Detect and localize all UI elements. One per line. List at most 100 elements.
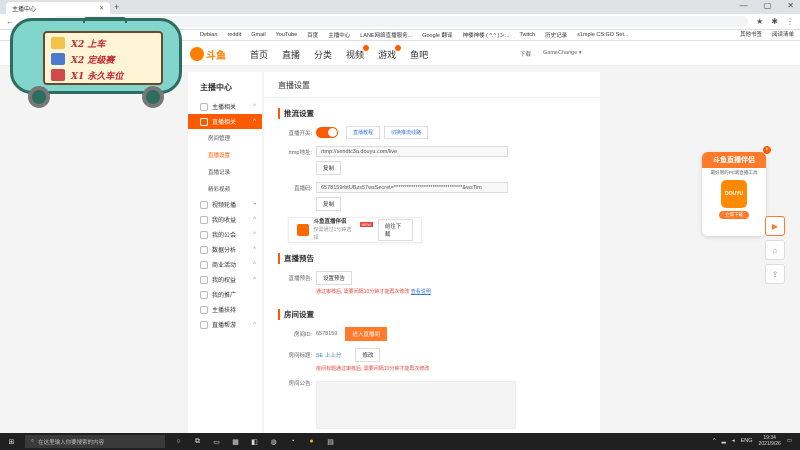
sidebar-item[interactable]: 数据分析 ^ [188,242,262,257]
sidebar-item[interactable]: 商业活动 ^ [188,257,262,272]
float-ad-title: 斗鱼直播伴侣 [702,152,766,168]
browser-tab[interactable]: 主播中心 ✕ [6,2,110,14]
notice-warning: 通过审核后, 需要间隔10分钟才能再次修改 查看说明 [316,289,431,295]
bookmark-item[interactable]: 历史记录 [545,31,567,39]
fish-logo-icon [190,47,204,61]
nav-category[interactable]: 分类 [314,48,332,61]
copy-rtmp-button[interactable]: 复制 [316,161,342,175]
close-window-icon[interactable]: ✕ [787,1,794,10]
steam-icon[interactable]: ◍ [268,436,279,447]
sidebar-sub-records[interactable]: 直播记录 [188,163,262,180]
taskbar-search[interactable]: ⌕ 在这里输入你要搜索的内容 [25,435,165,448]
room-title-label: 房间标题: [288,353,312,359]
bookmark-item[interactable]: LANE网络直播服务... [360,31,412,39]
bookmark-item[interactable]: Gmail [251,32,265,38]
tray-chevron-icon[interactable]: ^ [713,438,716,444]
nav-games[interactable]: 游戏 [378,45,402,61]
nav-yuba[interactable]: 鱼吧 [410,48,428,61]
clock[interactable]: 19:34 2021/9/26 [759,435,781,447]
companion-float-ad[interactable]: 斗鱼直播伴侣 最好用的PC端直播工具 DOUYU 立即下载 [702,152,766,236]
bookmark-item[interactable]: 主播中心 [328,31,350,39]
sidebar-item[interactable]: 我的收益 ^ [188,212,262,227]
sidebar-sub-videos[interactable]: 精彩视频 [188,180,262,197]
network-icon[interactable]: ▂ [722,438,726,444]
notice-label: 直播预告: [288,276,312,282]
new-badge: NEW [359,221,373,227]
bookmark-item[interactable]: Google 翻译 [422,31,452,39]
app-icon[interactable]: ◔ [287,436,298,447]
volume-icon[interactable]: ◂ [732,438,735,444]
switch-line-link[interactable]: 切换推流线路 [384,126,429,139]
minimize-icon[interactable]: — [740,1,748,10]
reading-list[interactable]: 阅读清单 [772,30,794,40]
sidebar-item-live[interactable]: 直播相关 ^ [188,114,262,129]
notification-icon[interactable]: ▭ [787,438,792,444]
douyu-logo[interactable]: 斗鱼 [190,45,236,63]
tutorial-link[interactable]: 直播教程 [346,126,381,139]
home-icon[interactable]: ⌂ [765,240,785,260]
sidebar-item[interactable]: 我的权益 ^ [188,272,262,287]
language-indicator[interactable]: ENG [741,438,753,444]
title-warning: 房间标题通过审核后, 需要间隔10分钟才能再次修改 [316,366,430,372]
bookmark-item[interactable]: Twitch [519,32,535,38]
sidebar-item[interactable]: 我的推广 [188,287,262,302]
enter-room-button[interactable]: 进入直播间 [345,327,387,341]
seat-card-icon [51,69,65,81]
bookmark-item[interactable]: 神楼神楼 ( ^.^ )ン... [462,31,509,39]
rtmp-field[interactable]: rtmp://sendtc3a.douyu.com/live [316,146,508,157]
extensions-icon[interactable]: ✱ [771,17,778,26]
edit-title-button[interactable]: 修改 [355,348,381,362]
download-link[interactable]: 下载 [520,50,531,58]
user-menu[interactable]: GameChange ▾ [543,50,582,58]
companion-app-icon [297,224,309,236]
sidebar-sub-settings[interactable]: 直播设置 [188,146,262,163]
sidebar-item-streamer[interactable]: 主播相关 ^ [188,99,262,114]
close-float-icon[interactable]: × [763,146,771,154]
new-tab-icon[interactable]: + [114,2,119,12]
app-icon[interactable]: ◧ [249,436,260,447]
store-icon[interactable]: ▦ [230,436,241,447]
view-explanation-link[interactable]: 查看说明 [411,289,431,295]
maximize-icon[interactable]: ▢ [764,1,772,10]
bookmark-item[interactable]: YouTube [276,32,298,38]
windows-start-icon[interactable]: ⊞ [6,436,17,447]
nav-video[interactable]: 视频 [346,45,370,61]
nav-live[interactable]: 直播 [282,48,300,61]
close-tab-icon[interactable]: ✕ [99,5,104,12]
bookmark-item[interactable]: reddit [227,32,241,38]
bookmark-item[interactable]: Debian [200,32,217,38]
sidebar-item[interactable]: 我的公会 ^ [188,227,262,242]
download-companion-button[interactable]: 前往下载 [377,219,413,241]
window-controls: — ▢ ✕ [740,1,794,10]
promo-icon [200,290,208,299]
other-bookmarks[interactable]: 其他书签 [740,30,762,40]
task-view-icon[interactable]: ⧉ [192,436,203,447]
explorer-icon[interactable]: ▭ [211,436,222,447]
bus-ad-overlay[interactable]: X2 上车 X2 定级赛 X1 永久车位 [4,14,190,108]
set-notice-button[interactable]: 设置预告 [316,271,353,285]
sidebar-sub-room[interactable]: 房间管理 [188,129,262,146]
app-icon[interactable]: ▤ [325,436,336,447]
back-to-top-icon[interactable]: ⇪ [765,264,785,284]
sidebar-item[interactable]: 视频轮播 • [188,197,262,212]
cortana-icon[interactable]: ○ [173,436,184,447]
play-icon[interactable]: ▶ [765,216,785,236]
gift-icon [200,275,208,284]
section-stream: 推流设置 [278,108,586,119]
copy-code-button[interactable]: 复制 [316,197,342,211]
nav-home[interactable]: 首页 [250,48,268,61]
bookmark-star-icon[interactable]: ★ [756,17,763,26]
ad-panel: X2 上车 X2 定级赛 X1 永久车位 [43,31,163,85]
bus-handle [83,17,127,23]
bookmark-item[interactable]: 百度 [307,31,318,39]
stream-code-field[interactable]: 6578159rbtUBzs57wsSecret=***************… [316,182,508,193]
float-download-button[interactable]: 立即下载 [719,211,749,219]
sidebar-item[interactable]: 直播帮游 ^ [188,317,262,332]
stream-toggle[interactable] [316,127,338,138]
bookmark-item[interactable]: s1mple CS:GO Set... [577,32,628,38]
menu-icon[interactable]: ⋮ [786,17,794,26]
video-icon [200,200,208,209]
sidebar-item[interactable]: 主播扶持 [188,302,262,317]
announcement-textarea[interactable] [316,381,516,429]
chrome-icon[interactable]: ● [306,436,317,447]
